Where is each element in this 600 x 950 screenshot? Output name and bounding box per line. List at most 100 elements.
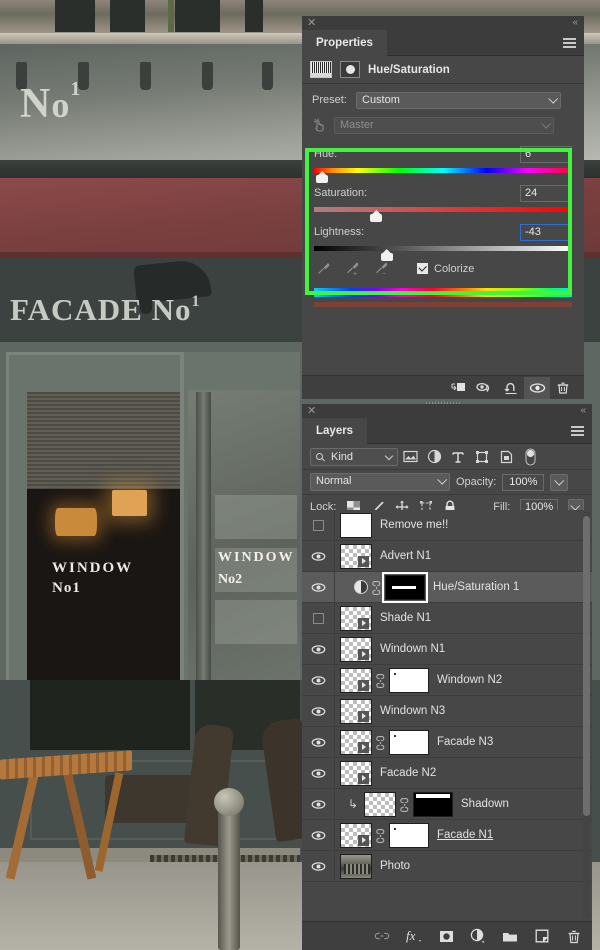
layer-visibility-on-icon[interactable] bbox=[302, 633, 335, 665]
layer-row[interactable]: Windown N3 bbox=[302, 695, 592, 727]
mask-link-icon[interactable] bbox=[376, 828, 385, 843]
hue-slider-track[interactable] bbox=[314, 168, 572, 183]
reset-icon[interactable] bbox=[498, 377, 524, 399]
layer-name[interactable]: Windown N3 bbox=[372, 705, 445, 717]
double-chevron-left-icon[interactable]: « bbox=[580, 405, 586, 417]
layer-mask-thumbnail[interactable] bbox=[413, 791, 453, 817]
mask-link-icon[interactable] bbox=[372, 580, 381, 595]
link-layers-icon[interactable] bbox=[374, 927, 390, 945]
filter-pixel-icon[interactable] bbox=[398, 446, 422, 468]
layer-name[interactable]: Remove me!! bbox=[372, 519, 448, 531]
layer-name[interactable]: Shadown bbox=[453, 798, 509, 810]
layer-row[interactable]: Hue/Saturation 1 bbox=[302, 571, 592, 603]
layer-thumbnail[interactable] bbox=[340, 543, 372, 569]
new-layer-icon[interactable] bbox=[534, 927, 550, 945]
mask-link-icon[interactable] bbox=[376, 673, 385, 688]
layer-row[interactable]: Remove me!! bbox=[302, 510, 592, 541]
layer-thumbnail[interactable] bbox=[340, 667, 372, 693]
layer-mask-thumbnail[interactable] bbox=[382, 571, 428, 603]
layer-visibility-off-icon[interactable] bbox=[302, 602, 335, 634]
layer-thumbnail[interactable] bbox=[364, 791, 396, 817]
eyedropper-plus-icon[interactable]: + bbox=[345, 261, 360, 276]
layer-list-scrollbar-thumb[interactable] bbox=[583, 516, 590, 816]
layer-row[interactable]: ↳ Shadown bbox=[302, 788, 592, 820]
hue-value-input[interactable]: 6 bbox=[520, 145, 572, 163]
layer-visibility-on-icon[interactable] bbox=[302, 788, 335, 820]
hue-saturation-layer-icon[interactable] bbox=[354, 580, 368, 594]
close-icon[interactable]: ✕ bbox=[307, 17, 316, 29]
layer-thumbnail[interactable] bbox=[340, 853, 372, 879]
layer-mask-properties-icon[interactable] bbox=[340, 61, 360, 78]
layer-mask-thumbnail[interactable] bbox=[389, 667, 429, 693]
layer-row[interactable]: Facade N3 bbox=[302, 726, 592, 758]
new-group-icon[interactable] bbox=[502, 927, 518, 945]
layer-mask-thumbnail[interactable] bbox=[389, 729, 429, 755]
panel-menu-icon[interactable] bbox=[571, 426, 584, 436]
tab-properties[interactable]: Properties bbox=[302, 30, 387, 56]
layer-visibility-on-icon[interactable] bbox=[302, 664, 335, 696]
filter-kind-select[interactable]: Kind bbox=[310, 447, 398, 466]
layer-thumbnail[interactable] bbox=[340, 512, 372, 538]
layer-name[interactable]: Facade N2 bbox=[372, 767, 436, 779]
layer-thumbnail[interactable] bbox=[340, 605, 372, 631]
layer-name[interactable]: Facade N1 bbox=[429, 829, 493, 841]
layer-name[interactable]: Hue/Saturation 1 bbox=[425, 581, 519, 593]
layer-visibility-on-icon[interactable] bbox=[302, 695, 335, 727]
layer-row[interactable]: Windown N2 bbox=[302, 664, 592, 696]
mask-link-icon[interactable] bbox=[400, 797, 409, 812]
delete-icon[interactable] bbox=[550, 377, 576, 399]
layer-thumbnail[interactable] bbox=[340, 636, 372, 662]
lightness-value-input[interactable]: -43 bbox=[520, 223, 572, 241]
delete-layer-icon[interactable] bbox=[566, 927, 582, 945]
filter-type-icon[interactable] bbox=[446, 446, 470, 468]
hue-slider-thumb[interactable] bbox=[316, 171, 329, 183]
layer-name[interactable]: Facade N3 bbox=[429, 736, 493, 748]
lightness-slider-thumb[interactable] bbox=[380, 249, 393, 261]
toggle-visibility-icon[interactable] bbox=[524, 376, 550, 399]
layer-name[interactable]: Windown N2 bbox=[429, 674, 502, 686]
tab-layers[interactable]: Layers bbox=[302, 418, 368, 444]
layer-name[interactable]: Shade N1 bbox=[372, 612, 431, 624]
targeted-adjustment-hand-icon[interactable] bbox=[312, 117, 328, 133]
close-icon[interactable]: ✕ bbox=[307, 405, 316, 417]
double-chevron-left-icon[interactable]: « bbox=[572, 17, 578, 29]
mask-link-icon[interactable] bbox=[376, 735, 385, 750]
filter-adjustment-icon[interactable] bbox=[422, 446, 446, 468]
filter-smart-object-icon[interactable] bbox=[494, 446, 518, 468]
filter-shape-icon[interactable] bbox=[470, 446, 494, 468]
layer-thumbnail[interactable] bbox=[340, 698, 372, 724]
layer-visibility-on-icon[interactable] bbox=[302, 571, 335, 603]
layer-thumbnail[interactable] bbox=[340, 729, 372, 755]
blend-mode-select[interactable]: Normal bbox=[310, 473, 450, 491]
layer-row[interactable]: Windown N1 bbox=[302, 633, 592, 665]
layer-visibility-on-icon[interactable] bbox=[302, 850, 335, 882]
layer-visibility-on-icon[interactable] bbox=[302, 540, 335, 572]
layer-thumbnail[interactable] bbox=[340, 760, 372, 786]
toggle-previous-state-icon[interactable] bbox=[472, 377, 498, 399]
layer-mask-thumbnail[interactable] bbox=[389, 822, 429, 848]
add-layer-mask-icon[interactable] bbox=[438, 927, 454, 945]
layer-style-fx-icon[interactable]: fx bbox=[406, 927, 422, 945]
layer-row[interactable]: Shade N1 bbox=[302, 602, 592, 634]
lightness-slider-track[interactable] bbox=[314, 246, 572, 261]
layer-name[interactable]: Photo bbox=[372, 860, 410, 872]
new-adjustment-layer-icon[interactable] bbox=[470, 927, 486, 945]
saturation-slider-track[interactable] bbox=[314, 207, 572, 222]
saturation-value-input[interactable]: 24 bbox=[520, 184, 572, 202]
eyedropper-icon[interactable] bbox=[316, 261, 331, 276]
layer-visibility-off-icon[interactable] bbox=[302, 510, 335, 541]
layer-row[interactable]: Advert N1 bbox=[302, 540, 592, 572]
layer-list[interactable]: Remove me!! Advert N1 Hue/Saturation 1 Shad… bbox=[302, 510, 592, 921]
saturation-slider-thumb[interactable] bbox=[370, 210, 383, 222]
layer-row[interactable]: Facade N2 bbox=[302, 757, 592, 789]
layer-row[interactable]: Photo bbox=[302, 850, 592, 882]
layer-visibility-on-icon[interactable] bbox=[302, 819, 335, 851]
layer-visibility-on-icon[interactable] bbox=[302, 757, 335, 789]
panel-menu-icon[interactable] bbox=[563, 38, 576, 48]
opacity-stepper[interactable] bbox=[550, 473, 569, 491]
clip-to-layer-icon[interactable] bbox=[446, 377, 472, 399]
colorize-checkbox[interactable]: Colorize bbox=[417, 263, 474, 275]
filter-enable-toggle[interactable] bbox=[518, 446, 542, 468]
layer-name[interactable]: Windown N1 bbox=[372, 643, 445, 655]
layer-name[interactable]: Advert N1 bbox=[372, 550, 431, 562]
